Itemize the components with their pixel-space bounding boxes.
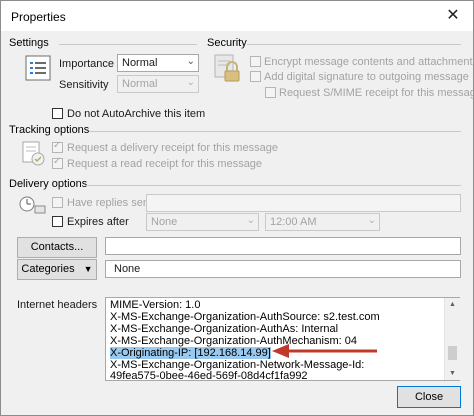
header-line: X-MS-Exchange-Organization-AuthAs: Inter…: [110, 323, 339, 335]
red-arrow-annotation: [272, 344, 377, 358]
categories-button-label: Categories: [21, 263, 75, 275]
replies-checkbox[interactable]: [52, 197, 63, 208]
chevron-down-icon: ⌄: [186, 56, 195, 67]
expires-time-value: 12:00 AM: [270, 216, 317, 228]
expires-label: Expires after: [67, 216, 129, 228]
delivery-icon: [19, 196, 46, 214]
importance-value: Normal: [122, 57, 158, 69]
chevron-down-icon: ⌄: [367, 215, 376, 226]
signature-checkbox[interactable]: [250, 71, 261, 82]
expires-date-select[interactable]: None ⌄: [146, 213, 259, 231]
chevron-down-icon: ⌄: [246, 215, 255, 226]
header-line: X-MS-Exchange-Organization-AuthSource: s…: [110, 311, 380, 323]
internet-headers-textarea[interactable]: MIME-Version: 1.0 X-MS-Exchange-Organiza…: [105, 297, 460, 381]
autoarchive-label: Do not AutoArchive this item: [67, 108, 206, 120]
read-receipt-checkbox[interactable]: [52, 156, 63, 169]
smime-checkbox[interactable]: [265, 87, 276, 98]
dropdown-arrow-icon: ▼: [83, 264, 93, 274]
tracking-icon: [22, 141, 45, 166]
expires-checkbox[interactable]: [52, 216, 63, 227]
categories-button[interactable]: Categories ▼: [17, 259, 97, 280]
expires-time-select[interactable]: 12:00 AM ⌄: [265, 213, 380, 231]
delivery-divider: [85, 185, 461, 186]
read-receipt-label: Request a read receipt for this message: [67, 158, 263, 170]
expires-date-value: None: [151, 216, 178, 228]
headers-scrollbar[interactable]: ▲ ▼: [444, 298, 460, 380]
close-button[interactable]: Close: [397, 386, 461, 408]
properties-window: Properties ✕ Settings Importance Normal …: [0, 0, 474, 416]
delivery-heading: Delivery options: [9, 178, 88, 190]
signature-label: Add digital signature to outgoing messag…: [264, 71, 469, 83]
delivery-receipt-label: Request a delivery receipt for this mess…: [67, 142, 278, 154]
autoarchive-checkbox[interactable]: [52, 108, 63, 119]
delivery-receipt-checkbox[interactable]: [52, 140, 63, 153]
contacts-button[interactable]: Contacts...: [17, 237, 97, 258]
sensitivity-value: Normal: [122, 78, 158, 90]
scroll-thumb[interactable]: [448, 346, 457, 360]
contacts-input[interactable]: [105, 237, 461, 255]
tracking-heading: Tracking options: [9, 124, 90, 136]
encrypt-checkbox[interactable]: [250, 56, 261, 67]
close-icon[interactable]: ✕: [441, 5, 465, 27]
security-divider: [247, 44, 461, 45]
smime-label: Request S/MIME receipt for this message: [279, 87, 474, 99]
categories-field: None: [105, 260, 461, 278]
settings-divider: [59, 44, 197, 45]
title-bar: Properties ✕: [1, 1, 473, 31]
window-title: Properties: [11, 10, 66, 24]
importance-label: Importance: [59, 58, 115, 70]
importance-select[interactable]: Normal ⌄: [117, 54, 199, 72]
header-line-highlighted: X-Originating-IP: [192.168.14.99]: [110, 347, 271, 359]
encrypt-label: Encrypt message contents and attachments: [264, 56, 474, 68]
security-heading: Security: [207, 37, 247, 49]
categories-value: None: [114, 263, 141, 275]
scroll-down-icon[interactable]: ▼: [445, 367, 460, 380]
security-lock-icon: [214, 54, 240, 82]
header-line: 49fea575-0bee-46ed-569f-08d4cf1fa992: [110, 370, 308, 381]
header-line: MIME-Version: 1.0: [110, 299, 201, 311]
sensitivity-label: Sensitivity: [59, 79, 109, 91]
properties-doc-icon: [25, 55, 51, 81]
replies-input[interactable]: [146, 194, 461, 212]
sensitivity-select[interactable]: Normal ⌄: [117, 75, 199, 93]
tracking-divider: [89, 131, 461, 132]
scroll-up-icon[interactable]: ▲: [445, 298, 460, 311]
chevron-down-icon: ⌄: [186, 77, 195, 88]
settings-heading: Settings: [9, 37, 49, 49]
internet-headers-label: Internet headers: [17, 299, 98, 311]
